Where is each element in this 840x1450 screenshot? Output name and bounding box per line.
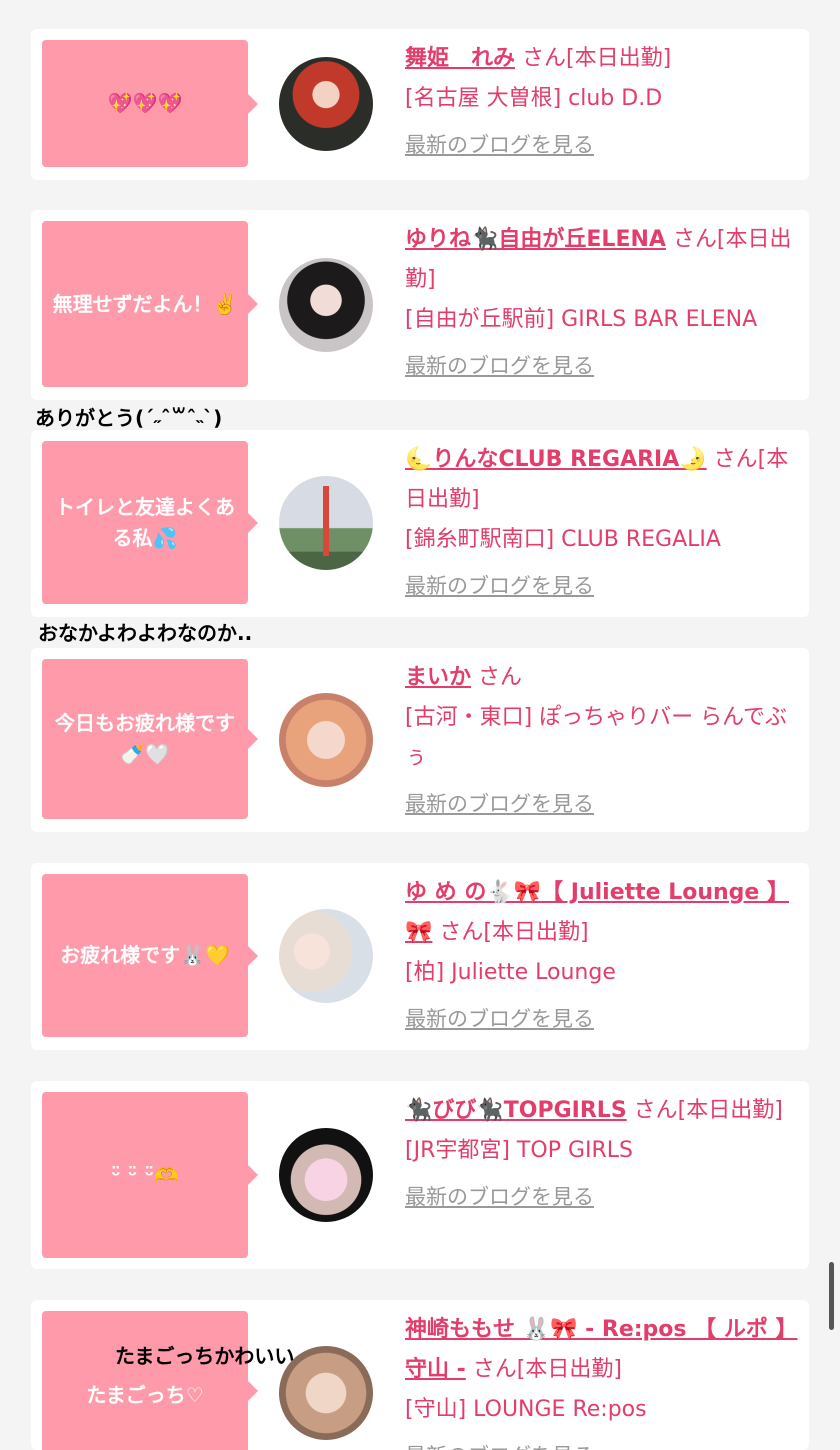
shop-info: [名古屋 大曽根] club D.D [405,86,663,111]
scrollbar[interactable] [829,1262,834,1330]
message-text: 無理せずだよん！✌️ [52,291,238,316]
message-bubble: トイレと友達よくある私💦 [42,441,258,604]
cast-status: さん[本日出勤] [522,46,672,71]
blog-link[interactable]: 最新のブログを見る [405,1436,594,1450]
message-text: 今日もお疲れ様です🍼🤍 [55,711,235,766]
tower-image [323,486,329,556]
shop-info: [柏] Juliette Lounge [405,960,616,985]
entry-card[interactable]: たまごっち♡ 神崎ももせ 🐰🎀 - Re:pos 【 ルポ 】守山 - さん[本… [31,1300,809,1450]
shop-info: [古河・東口] ぽっちゃりバー らんでぶぅ [405,705,788,770]
blog-link[interactable]: 最新のブログを見る [405,566,594,606]
cast-status: さん[本日出勤] [472,1357,622,1382]
message-bubble: たまごっち♡ [42,1311,258,1450]
blog-link[interactable]: 最新のブログを見る [405,125,594,165]
cast-status: さん [478,665,523,690]
message-text: ᵕ̈ ᵕ̈ ᵕ̈🫶 [110,1162,180,1187]
avatar[interactable] [279,1128,373,1222]
message-bubble: 今日もお疲れ様です🍼🤍 [42,659,258,819]
cast-status: さん[本日出勤] [633,1098,783,1123]
cast-name-link[interactable]: まいか [405,665,471,690]
message-text: たまごっち♡ [86,1383,204,1407]
message-bubble: ᵕ̈ ᵕ̈ ᵕ̈🫶 [42,1092,258,1258]
overlay-comment: ありがとう(ˊ˶ˆ꒳ˆ˵ˋ) [35,406,223,430]
message-text: 💖💖💖 [107,91,183,115]
blog-link[interactable]: 最新のブログを見る [405,346,594,386]
shop-info: [錦糸町駅南口] CLUB REGALIA [405,527,721,552]
entry-card[interactable]: お疲れ様です🐰💛 ゆ め の🐇🎀【 Juliette Lounge 】🎀 さん[… [31,863,809,1050]
shop-info: [守山] LOUNGE Re:pos [405,1397,647,1422]
blog-link[interactable]: 最新のブログを見る [405,784,594,824]
shop-info: [JR宇都宮] TOP GIRLS [405,1138,633,1163]
cast-status: さん[本日出勤] [439,920,589,945]
entry-card[interactable]: ᵕ̈ ᵕ̈ ᵕ̈🫶 🐈‍⬛びび🐈‍⬛TOPGIRLS さん[本日出勤] [JR宇… [31,1081,809,1269]
cast-name-link[interactable]: 舞姫 れみ [405,46,515,71]
overlay-comment: おなかよわよわなのか.. [38,621,253,645]
cast-name-link[interactable]: 🐈‍⬛びび🐈‍⬛TOPGIRLS [405,1098,627,1123]
avatar[interactable] [279,258,373,352]
cast-name-link[interactable]: ゆりね🐈‍⬛自由が丘ELENA [405,227,666,252]
message-text: お疲れ様です🐰💛 [60,943,230,967]
overlay-comment: たまごっちかわいい [115,1344,295,1368]
avatar[interactable] [279,693,373,787]
entry-card[interactable]: 無理せずだよん！✌️ ゆりね🐈‍⬛自由が丘ELENA さん[本日出勤] [自由が… [31,210,809,400]
shop-info: [自由が丘駅前] GIRLS BAR ELENA [405,307,758,332]
entry-card[interactable]: 今日もお疲れ様です🍼🤍 まいか さん [古河・東口] ぽっちゃりバー らんでぶぅ… [31,648,809,832]
message-bubble: 💖💖💖 [42,40,258,167]
avatar[interactable] [279,57,373,151]
blog-link[interactable]: 最新のブログを見る [405,1177,594,1217]
avatar[interactable] [279,909,373,1003]
avatar[interactable] [279,476,373,570]
entry-card[interactable]: トイレと友達よくある私💦 🌜りんなCLUB REGARIA🌛 さん[本日出勤] … [31,430,809,617]
blog-link[interactable]: 最新のブログを見る [405,999,594,1039]
message-text: トイレと友達よくある私💦 [55,494,235,550]
message-bubble: お疲れ様です🐰💛 [42,874,258,1037]
entry-card[interactable]: 💖💖💖 舞姫 れみ さん[本日出勤] [名古屋 大曽根] club D.D 最新… [31,29,809,180]
cast-name-link[interactable]: 🌜りんなCLUB REGARIA🌛 [405,447,707,472]
message-bubble: 無理せずだよん！✌️ [42,221,258,387]
